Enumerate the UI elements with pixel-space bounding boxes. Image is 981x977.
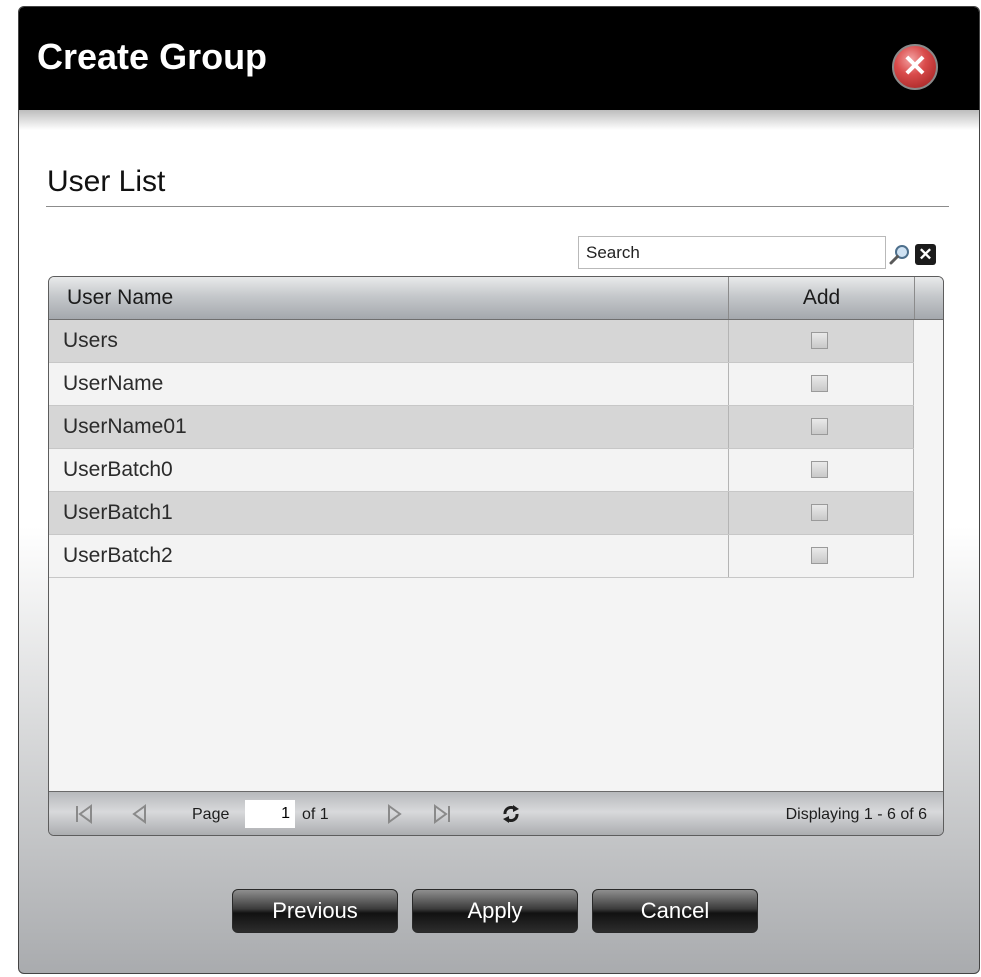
add-checkbox[interactable] bbox=[811, 504, 828, 521]
add-checkbox[interactable] bbox=[811, 547, 828, 564]
add-checkbox[interactable] bbox=[811, 461, 828, 478]
display-count: Displaying 1 - 6 of 6 bbox=[785, 806, 927, 823]
next-page-icon[interactable] bbox=[383, 803, 405, 825]
add-checkbox[interactable] bbox=[811, 418, 828, 435]
dialog-title: Create Group bbox=[37, 36, 268, 77]
page-number-input[interactable] bbox=[245, 800, 295, 828]
table-row[interactable]: UserBatch2 bbox=[49, 535, 914, 578]
cancel-button[interactable]: Cancel bbox=[592, 889, 758, 933]
magnifier-icon[interactable] bbox=[889, 243, 911, 265]
table-row[interactable]: Users bbox=[49, 320, 914, 363]
first-page-icon[interactable] bbox=[73, 803, 95, 825]
table-row[interactable]: UserBatch0 bbox=[49, 449, 914, 492]
column-header-add[interactable]: Add bbox=[728, 277, 915, 319]
user-name-cell: UserName01 bbox=[63, 415, 187, 438]
table-row[interactable]: UserName bbox=[49, 363, 914, 406]
table-row[interactable]: UserName01 bbox=[49, 406, 914, 449]
previous-button[interactable]: Previous bbox=[232, 889, 398, 933]
section-title: User List bbox=[47, 165, 166, 198]
refresh-icon[interactable] bbox=[500, 803, 522, 825]
add-cell bbox=[728, 492, 914, 534]
add-cell bbox=[728, 406, 914, 448]
add-checkbox[interactable] bbox=[811, 332, 828, 349]
column-header-user-name[interactable]: User Name bbox=[67, 286, 173, 310]
add-cell bbox=[728, 363, 914, 405]
add-checkbox[interactable] bbox=[811, 375, 828, 392]
pagination-bar: Page of 1 Displaying 1 - 6 of 6 bbox=[49, 791, 943, 835]
user-name-cell: Users bbox=[63, 329, 118, 352]
user-name-cell: UserName bbox=[63, 372, 164, 395]
search-input[interactable] bbox=[578, 236, 886, 269]
user-name-cell: UserBatch1 bbox=[63, 501, 173, 524]
prev-page-icon[interactable] bbox=[129, 803, 151, 825]
apply-button[interactable]: Apply bbox=[412, 889, 578, 933]
close-icon[interactable]: ✕ bbox=[892, 44, 938, 90]
section-divider bbox=[46, 206, 949, 207]
last-page-icon[interactable] bbox=[431, 803, 453, 825]
title-shadow bbox=[19, 110, 979, 130]
user-name-cell: UserBatch2 bbox=[63, 544, 173, 567]
page-count-label: of 1 bbox=[302, 806, 329, 823]
create-group-dialog: Create Group ✕ User List ✕ User Name Add… bbox=[18, 6, 980, 974]
add-cell bbox=[728, 535, 914, 577]
add-cell bbox=[728, 449, 914, 491]
title-bar: Create Group ✕ bbox=[19, 7, 979, 110]
clear-x-icon[interactable]: ✕ bbox=[915, 244, 936, 265]
table-header: User Name Add bbox=[49, 277, 943, 320]
user-name-cell: UserBatch0 bbox=[63, 458, 173, 481]
page-label: Page bbox=[192, 806, 230, 823]
user-table: User Name Add Users UserName UserName01 … bbox=[48, 276, 944, 836]
add-cell bbox=[728, 320, 914, 362]
table-row[interactable]: UserBatch1 bbox=[49, 492, 914, 535]
